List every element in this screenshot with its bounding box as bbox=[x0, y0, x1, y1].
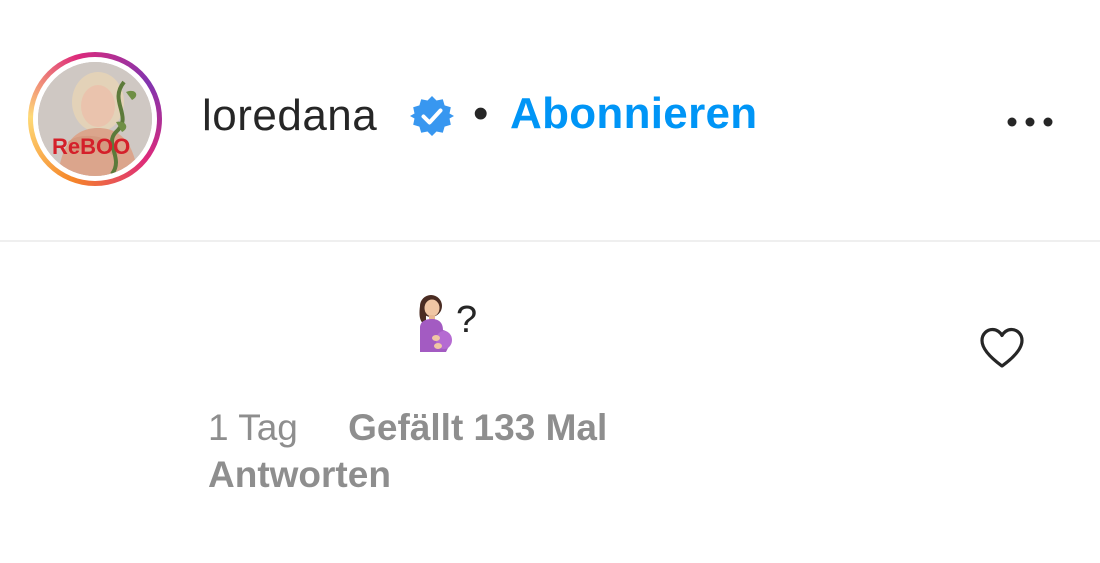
separator-dot: • bbox=[473, 89, 489, 138]
comment-body: ? bbox=[410, 294, 477, 352]
comment-meta: 1 Tag Gefällt 133 Mal bbox=[208, 404, 607, 452]
avatar-image: ReBOO bbox=[38, 62, 152, 176]
comment-likes[interactable]: Gefällt 133 Mal bbox=[348, 404, 607, 452]
comment-text: ? bbox=[456, 299, 478, 341]
more-options-icon[interactable] bbox=[998, 100, 1062, 144]
header-divider bbox=[0, 240, 1100, 242]
pregnant-woman-emoji-icon bbox=[410, 294, 456, 352]
verified-badge-icon bbox=[410, 94, 454, 138]
heart-outline-icon[interactable] bbox=[978, 326, 1026, 370]
svg-text:ReBOO: ReBOO bbox=[52, 134, 130, 159]
follow-button[interactable]: Abonnieren bbox=[510, 86, 757, 142]
story-ring[interactable]: ReBOO bbox=[28, 52, 162, 186]
reply-button[interactable]: Antworten bbox=[208, 451, 391, 499]
avatar[interactable]: ReBOO bbox=[38, 62, 152, 176]
username[interactable]: loredana bbox=[202, 88, 377, 144]
post-header: ReBOO loredana • Abonnieren bbox=[0, 0, 1100, 240]
comment-time[interactable]: 1 Tag bbox=[208, 404, 298, 452]
